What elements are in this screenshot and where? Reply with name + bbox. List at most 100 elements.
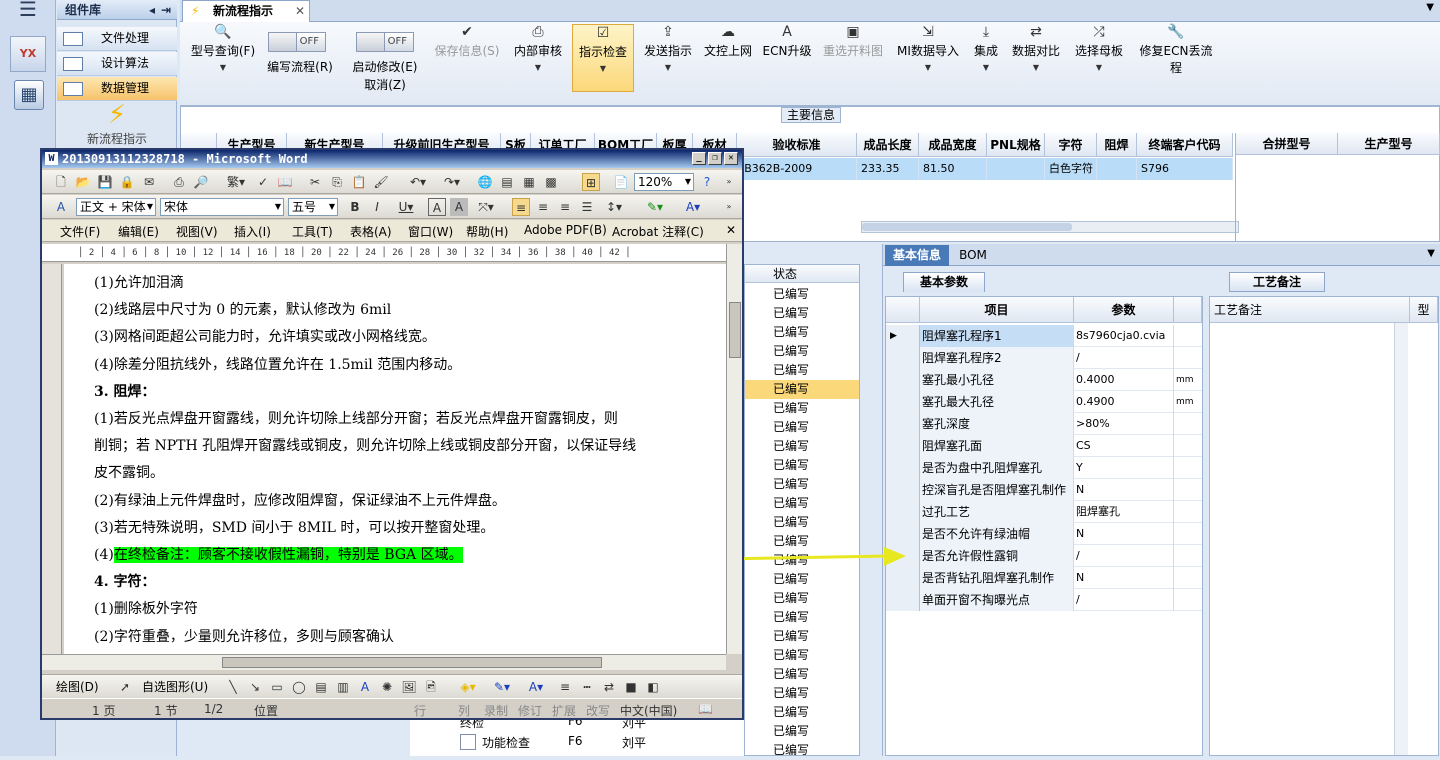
- picture-icon[interactable]: 🖻: [422, 678, 440, 696]
- column-header[interactable]: 验收标准: [737, 133, 857, 157]
- cell-length[interactable]: 233.35: [857, 158, 919, 180]
- align-center-icon[interactable]: ≡: [534, 198, 552, 216]
- text-box-icon[interactable]: ▤: [312, 678, 330, 696]
- param-value[interactable]: 0.4900: [1074, 391, 1174, 413]
- traditional-chinese-icon[interactable]: 繁▾: [222, 173, 250, 191]
- param-value[interactable]: N: [1074, 567, 1174, 589]
- menu-view[interactable]: 视图(V): [176, 223, 218, 240]
- scroll-thumb[interactable]: [862, 223, 1072, 231]
- save-info-button[interactable]: ✔ 保存信息(S): [430, 24, 504, 92]
- row-selector[interactable]: [886, 589, 920, 611]
- status-revision[interactable]: 修订: [518, 702, 542, 719]
- status-item[interactable]: 已编写: [773, 304, 809, 323]
- oval-icon[interactable]: ◯: [290, 678, 308, 696]
- row-selector[interactable]: [886, 369, 920, 391]
- param-value[interactable]: 阻焊塞孔: [1074, 501, 1174, 523]
- param-value[interactable]: 0.4000: [1074, 369, 1174, 391]
- new-document-icon[interactable]: 🗋: [52, 173, 70, 191]
- lib-item-design-algorithm[interactable]: 设计算法: [57, 52, 177, 76]
- menu-table[interactable]: 表格(A): [350, 223, 392, 240]
- hamburger-menu-icon[interactable]: ☰: [8, 0, 48, 20]
- status-item[interactable]: 已编写: [773, 608, 809, 627]
- param-row[interactable]: 塞孔最大孔径 0.4900 mm: [886, 391, 1202, 413]
- status-record[interactable]: 录制: [484, 702, 508, 719]
- status-item[interactable]: 已编写: [773, 703, 809, 722]
- reselect-cutting-button[interactable]: ▣ 重选开料图: [820, 24, 886, 92]
- justify-icon[interactable]: ≡: [512, 198, 530, 216]
- status-item[interactable]: 已编写: [773, 361, 809, 380]
- menu-acrobat-comments[interactable]: Acrobat 注释(C): [612, 223, 704, 240]
- line-style-icon[interactable]: ≡: [556, 678, 574, 696]
- cell-accept-standard[interactable]: JB362B-2009: [737, 158, 857, 180]
- autoshapes-menu[interactable]: 自选图形(U): [142, 678, 208, 695]
- restore-icon[interactable]: ❐: [708, 152, 722, 165]
- tree-item-label[interactable]: 功能检查: [482, 734, 530, 751]
- italic-icon[interactable]: I: [368, 198, 386, 216]
- insert-excel-icon[interactable]: ▩: [542, 173, 560, 191]
- row-selector[interactable]: [886, 567, 920, 589]
- font-select[interactable]: 宋体 ▼: [160, 198, 284, 216]
- param-value[interactable]: CS: [1074, 435, 1174, 457]
- status-item[interactable]: 已编写: [773, 570, 809, 589]
- char-shading-icon[interactable]: A: [450, 198, 468, 216]
- row-selector[interactable]: ▶: [886, 325, 920, 347]
- minimize-icon[interactable]: _: [692, 152, 706, 165]
- cell-width[interactable]: 81.50: [919, 158, 987, 180]
- wordart-icon[interactable]: A: [356, 678, 374, 696]
- ecn-upgrade-button[interactable]: A ECN升级: [762, 24, 812, 92]
- internal-review-button[interactable]: ⎙ 内部审核 ▼: [510, 24, 566, 92]
- new-flow-tile[interactable]: ⚡ 新流程指示: [57, 100, 177, 148]
- horizontal-scrollbar[interactable]: [42, 654, 726, 670]
- align-right-icon[interactable]: ≡: [556, 198, 574, 216]
- param-row[interactable]: 阻焊塞孔面 CS: [886, 435, 1202, 457]
- param-value[interactable]: /: [1074, 589, 1174, 611]
- column-header-unit[interactable]: [1174, 297, 1202, 323]
- param-row[interactable]: 是否为盘中孔阻焊塞孔 Y: [886, 457, 1202, 479]
- calculator-icon[interactable]: ▦: [14, 80, 44, 110]
- status-item[interactable]: 已编写: [773, 399, 809, 418]
- horizontal-scrollbar[interactable]: [861, 221, 1239, 233]
- email-icon[interactable]: ✉: [140, 173, 158, 191]
- hyperlink-icon[interactable]: 🌐: [476, 173, 494, 191]
- menu-tools[interactable]: 工具(T): [292, 223, 333, 240]
- spelling-status-icon[interactable]: 📖: [698, 702, 713, 716]
- column-header-type[interactable]: 型: [1410, 297, 1438, 323]
- row-selector[interactable]: [886, 501, 920, 523]
- tables-borders-icon[interactable]: ▤: [498, 173, 516, 191]
- underline-icon[interactable]: U▾: [392, 198, 420, 216]
- font-color-icon[interactable]: A▾: [678, 198, 708, 216]
- status-item[interactable]: 已编写: [773, 589, 809, 608]
- spelling-icon[interactable]: ✓: [254, 173, 272, 191]
- column-header[interactable]: 终端客户代码: [1137, 133, 1233, 157]
- cell-pnl[interactable]: [987, 158, 1045, 180]
- vertical-scrollbar[interactable]: [726, 244, 742, 654]
- cell-client-code[interactable]: S796: [1137, 158, 1233, 180]
- status-column-header[interactable]: 状态: [745, 265, 859, 283]
- close-icon[interactable]: ✕: [724, 152, 738, 165]
- mi-import-button[interactable]: ⇲ MI数据导入 ▼: [894, 24, 962, 92]
- tab-craft-notes[interactable]: 工艺备注: [1229, 272, 1325, 292]
- 3d-icon[interactable]: ◧: [644, 678, 662, 696]
- yx-logo-icon[interactable]: YX: [10, 36, 46, 72]
- distributed-icon[interactable]: ☰: [578, 198, 596, 216]
- toolbar-overflow-icon[interactable]: »: [722, 173, 736, 191]
- column-header[interactable]: 阻焊: [1097, 133, 1137, 157]
- copy-icon[interactable]: ⎘: [328, 173, 346, 191]
- status-overtype[interactable]: 改写: [586, 702, 610, 719]
- redo-icon[interactable]: ↷▾: [438, 173, 466, 191]
- menu-window[interactable]: 窗口(W): [408, 223, 453, 240]
- menu-insert[interactable]: 插入(I): [234, 223, 271, 240]
- arrow-style-icon[interactable]: ⇄: [600, 678, 618, 696]
- research-icon[interactable]: 📖: [276, 173, 294, 191]
- column-header[interactable]: 生产型号: [1338, 133, 1440, 155]
- param-row[interactable]: 塞孔深度 >80%: [886, 413, 1202, 435]
- edit-flow-toggle[interactable]: OFF: [268, 32, 326, 52]
- line-spacing-icon[interactable]: ↕▾: [600, 198, 628, 216]
- status-item[interactable]: 已编写: [773, 513, 809, 532]
- clip-art-icon[interactable]: 🖼: [400, 678, 418, 696]
- param-value[interactable]: N: [1074, 523, 1174, 545]
- vertical-text-box-icon[interactable]: ▥: [334, 678, 352, 696]
- shadow-icon[interactable]: ■: [622, 678, 640, 696]
- param-value[interactable]: /: [1074, 545, 1174, 567]
- menu-adobe-pdf[interactable]: Adobe PDF(B): [524, 223, 607, 237]
